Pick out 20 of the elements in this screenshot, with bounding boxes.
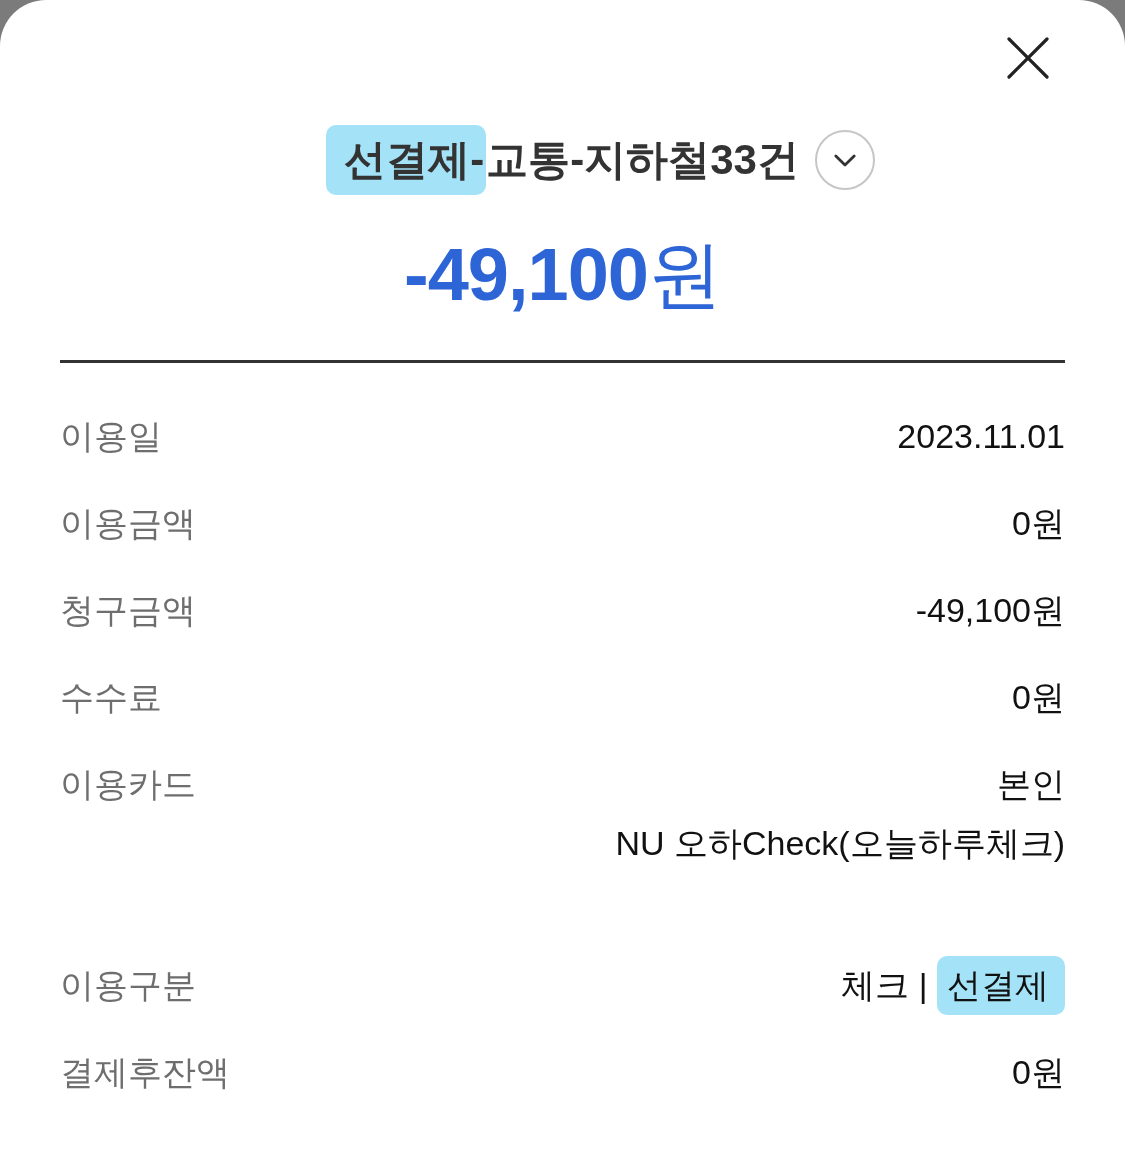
detail-value: 0원 — [1012, 503, 1065, 544]
detail-value: 본인 — [997, 764, 1065, 805]
detail-label: 이용일 — [60, 416, 162, 457]
detail-value: 0원 — [1012, 1052, 1065, 1093]
detail-value: NU 오하Check(오늘하루체크) — [615, 823, 1065, 864]
total-amount: -49,100원 — [403, 232, 722, 318]
detail-label: 이용금액 — [60, 503, 196, 544]
detail-label: 이용구분 — [60, 965, 196, 1006]
detail-label: 수수료 — [60, 677, 162, 718]
detail-value: 2023.11.01 — [897, 416, 1065, 457]
detail-label: 청구금액 — [60, 590, 196, 631]
detail-label: 결제후잔액 — [60, 1052, 230, 1093]
detail-label: 이용카드 — [60, 764, 196, 805]
transaction-title: 선결제-교통-지하철33건 — [326, 125, 799, 195]
detail-value: 0원 — [1012, 677, 1065, 718]
close-button[interactable] — [1006, 36, 1050, 80]
detail-value: -49,100원 — [915, 590, 1065, 631]
close-icon — [1006, 36, 1050, 80]
detail-value: 체크 | 선결제 — [841, 956, 1065, 1015]
chevron-down-icon — [833, 153, 856, 167]
